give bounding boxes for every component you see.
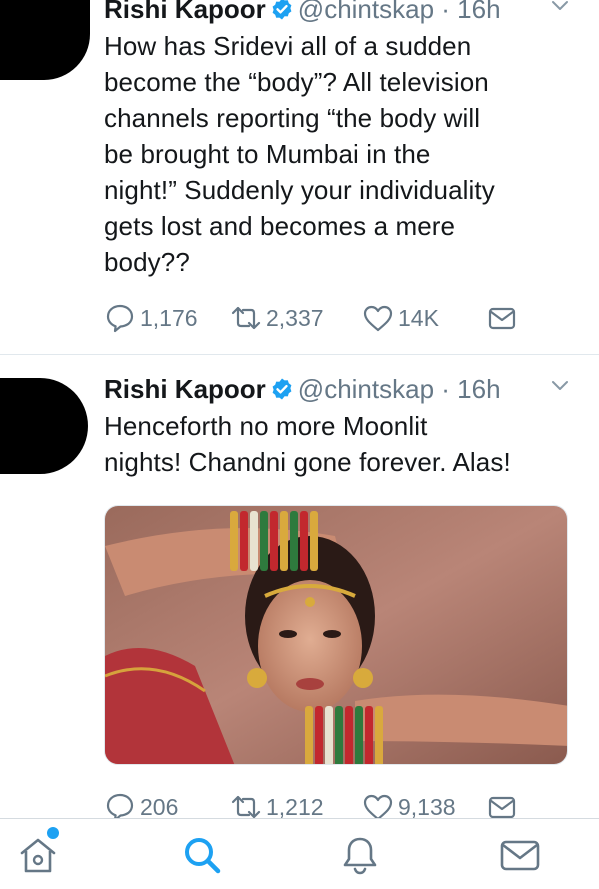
tweet-header: Rishi Kapoor @chintskap · 16h [104,372,571,406]
chevron-down-icon[interactable] [549,374,571,396]
verified-badge-icon [272,378,292,400]
direct-message-button[interactable] [486,301,522,335]
retweet-button[interactable]: 1,212 [230,790,324,818]
retweet-count: 1,212 [266,793,324,819]
tweet-time: · 16h [441,374,501,404]
reply-count: 1,176 [140,304,198,331]
heart-icon [363,305,393,332]
envelope-icon [488,796,516,818]
author-name[interactable]: Rishi Kapoor [104,0,266,24]
tweet[interactable]: Rishi Kapoor @chintskap · 16h Henceforth … [0,356,599,818]
tweet-actions: 206 1,212 9,138 [104,790,544,818]
notifications-icon [343,837,377,875]
like-button[interactable]: 14K [362,301,439,335]
reply-icon [106,793,134,818]
retweet-icon [231,306,261,330]
tab-notifications[interactable] [338,833,382,877]
direct-message-button[interactable] [486,790,522,818]
avatar[interactable] [0,378,88,474]
tweet-divider [0,354,599,355]
tweet-actions: 1,176 2,337 14K [104,301,544,335]
retweet-count: 2,337 [266,304,324,331]
tweet-time: · 16h [441,0,501,24]
tweet-text: Henceforth no more Moonlit nights! Chand… [104,411,511,477]
chevron-down-icon[interactable] [549,0,571,16]
bottom-tab-bar [0,818,599,889]
tweet-header: Rishi Kapoor @chintskap · 16h [104,0,571,26]
reply-button[interactable]: 206 [104,790,178,818]
author-name[interactable]: Rishi Kapoor [104,374,266,404]
retweet-button[interactable]: 2,337 [230,301,324,335]
tab-home[interactable] [16,827,60,877]
tab-search[interactable] [180,833,224,877]
reply-button[interactable]: 1,176 [104,301,198,335]
avatar[interactable] [0,0,90,80]
like-button[interactable]: 9,138 [362,790,456,818]
tweet-text: How has Sridevi all of a sudden become t… [104,31,495,277]
like-count: 14K [398,304,439,331]
envelope-icon [488,307,516,330]
author-handle[interactable]: @chintskap [298,374,434,404]
heart-icon [363,794,393,818]
author-handle[interactable]: @chintskap [298,0,434,24]
reply-icon [106,304,134,333]
like-count: 9,138 [398,793,456,819]
tweet[interactable]: Rishi Kapoor @chintskap · 16h How has Sri… [0,0,599,354]
timeline-feed[interactable]: Rishi Kapoor @chintskap · 16h How has Sri… [0,0,599,818]
messages-icon [500,840,540,871]
search-icon [185,838,221,874]
home-icon [20,838,56,873]
photo-image [105,506,567,764]
verified-badge-icon [272,0,292,20]
tweet-photo[interactable] [104,505,568,765]
notification-dot [47,827,59,839]
reply-count: 206 [140,793,179,819]
retweet-icon [231,795,261,818]
tab-messages[interactable] [498,833,542,877]
